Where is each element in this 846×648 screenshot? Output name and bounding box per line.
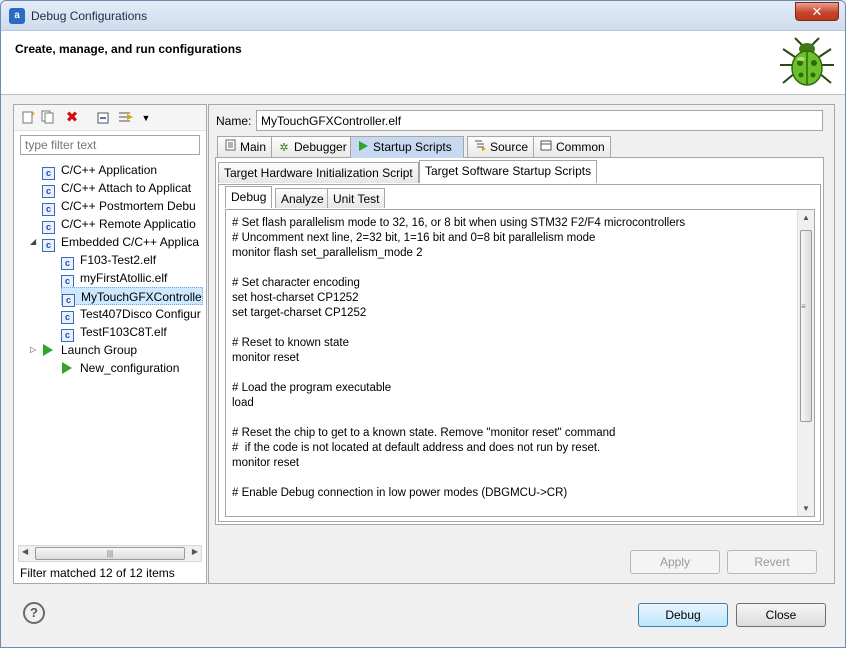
delete-icon[interactable]: ✖	[64, 110, 80, 126]
bug-icon	[780, 37, 834, 86]
config-editor-panel: Name: Main ✲ Debugger Startup Scripts Sou…	[208, 104, 835, 584]
tree-item[interactable]: c Test407Disco Configur	[61, 305, 201, 324]
help-icon[interactable]: ?	[23, 602, 45, 624]
tree-item[interactable]: c TestF103C8T.elf	[61, 323, 167, 342]
tree-item-label: F103-Test2.elf	[80, 253, 157, 267]
title-bar: a Debug Configurations ✕	[1, 1, 845, 31]
c-config-icon: c	[42, 239, 55, 252]
scroll-left-icon[interactable]: ◀	[22, 547, 28, 556]
tree-item[interactable]: ◢ c Embedded C/C++ Applica	[30, 233, 200, 252]
scroll-right-icon[interactable]: ▶	[192, 547, 198, 556]
collapse-arrow-icon[interactable]: ◢	[30, 233, 36, 251]
view-menu-icon[interactable]: ▼	[138, 110, 154, 126]
header-banner: Create, manage, and run configurations	[1, 31, 845, 95]
tree-item[interactable]: c myFirstAtollic.elf	[61, 269, 168, 288]
filter-status: Filter matched 12 of 12 items	[20, 566, 175, 580]
tree-item-label: New_configuration	[80, 361, 180, 375]
revert-button[interactable]: Revert	[727, 550, 817, 574]
tree-item[interactable]: c C/C++ Application	[42, 161, 158, 180]
tree-item[interactable]: c C/C++ Postmortem Debu	[42, 197, 196, 216]
tree-item[interactable]: New_configuration	[61, 359, 179, 377]
tab-main-label: Main	[240, 140, 267, 154]
tree-item-label: C/C++ Remote Applicatio	[61, 217, 196, 231]
config-toolbar: ✶ ✖ ▼	[14, 105, 206, 131]
main-tab-icon	[223, 138, 237, 158]
script-scroll-thumb[interactable]	[800, 230, 812, 422]
collapse-all-icon[interactable]	[96, 110, 112, 126]
source-icon	[473, 138, 487, 158]
apply-button[interactable]: Apply	[630, 550, 720, 574]
subtab-target-software-startup[interactable]: Target Software Startup Scripts	[419, 160, 598, 183]
tree-horizontal-scrollbar[interactable]: ◀ ||| ▶	[18, 545, 202, 562]
tree-item-label: MyTouchGFXControlle	[81, 290, 202, 304]
tab-debugger-label: Debugger	[294, 140, 347, 154]
debugger-icon: ✲	[279, 142, 289, 154]
launch-group-icon	[43, 344, 53, 356]
tree-item-label: C/C++ Postmortem Debu	[61, 199, 196, 213]
tree-item[interactable]: c C/C++ Attach to Applicat	[42, 179, 192, 198]
window-title: Debug Configurations	[31, 9, 148, 23]
tab-source-label: Source	[490, 140, 529, 154]
tab-common[interactable]: Common	[533, 136, 611, 158]
tree-item[interactable]: c C/C++ Remote Applicatio	[42, 215, 196, 234]
scroll-thumb[interactable]: |||	[35, 547, 185, 560]
config-tree-panel: ✶ ✖ ▼ cC/C++ ApplicationcC/C++ Attach to…	[13, 104, 207, 584]
svg-text:✶: ✶	[30, 110, 35, 118]
close-button[interactable]: Close	[736, 603, 826, 627]
tree-item-label: Launch Group	[61, 343, 138, 357]
innertab-unit-test[interactable]: Unit Test	[327, 188, 386, 208]
duplicate-icon[interactable]	[40, 110, 56, 126]
expand-arrow-icon[interactable]: ▷	[30, 341, 36, 359]
window-close-button[interactable]: ✕	[795, 2, 839, 21]
launch-group-icon	[62, 362, 72, 374]
scroll-up-icon[interactable]: ▲	[802, 213, 810, 222]
innertab-debug[interactable]: Debug	[225, 186, 273, 208]
tree-item-label: Test407Disco Configur	[80, 307, 201, 321]
app-icon: a	[9, 8, 25, 24]
tree-item-label: C/C++ Application	[61, 163, 158, 177]
tab-common-label: Common	[556, 140, 605, 154]
debug-button[interactable]: Debug	[638, 603, 728, 627]
name-label: Name:	[216, 114, 252, 128]
tab-main[interactable]: Main	[217, 136, 273, 158]
filter-icon[interactable]	[118, 110, 134, 126]
config-tree: c C/C++ Application c C/C++ Attach to Appli…	[14, 159, 206, 543]
software-startup-pane: Debug Analyze Unit Test # Set flash para…	[218, 184, 821, 522]
debug-script-box: # Set flash parallelism mode to 32, 16, …	[225, 209, 815, 517]
tree-item-label: C/C++ Attach to Applicat	[61, 181, 192, 195]
tree-item[interactable]: ▷ Launch Group	[30, 341, 138, 359]
tree-item-label: myFirstAtollic.elf	[80, 271, 168, 285]
new-config-icon[interactable]: ✶	[20, 110, 36, 126]
tab-startup-scripts-label: Startup Scripts	[373, 140, 452, 154]
tree-item[interactable]: c F103-Test2.elf	[61, 251, 157, 270]
name-field[interactable]	[256, 110, 823, 131]
tab-debugger[interactable]: ✲ Debugger	[271, 136, 353, 158]
scroll-down-icon[interactable]: ▼	[802, 504, 810, 513]
debug-script-editor[interactable]: # Set flash parallelism mode to 32, 16, …	[226, 210, 798, 516]
startup-scripts-pane: Target Hardware Initialization Script Ta…	[215, 157, 824, 525]
startup-scripts-icon	[356, 138, 370, 158]
filter-input[interactable]	[20, 135, 200, 155]
tree-item-label: TestF103C8T.elf	[80, 325, 167, 339]
scroll-grip-icon: ≡	[801, 302, 806, 311]
innertab-analyze[interactable]: Analyze	[275, 188, 330, 208]
subtab-target-hardware-init[interactable]: Target Hardware Initialization Script	[218, 162, 419, 183]
tab-source[interactable]: Source	[467, 136, 535, 158]
debug-configurations-window: a Debug Configurations ✕ Create, manage,…	[0, 0, 846, 648]
tree-item[interactable]: c MyTouchGFXControlle	[61, 287, 203, 307]
script-vertical-scrollbar[interactable]: ▲ ≡ ▼	[797, 210, 814, 516]
banner-title: Create, manage, and run configurations	[15, 42, 242, 56]
common-icon	[539, 138, 553, 158]
tab-startup-scripts[interactable]: Startup Scripts	[350, 136, 464, 158]
tree-item-label: Embedded C/C++ Applica	[61, 235, 200, 249]
